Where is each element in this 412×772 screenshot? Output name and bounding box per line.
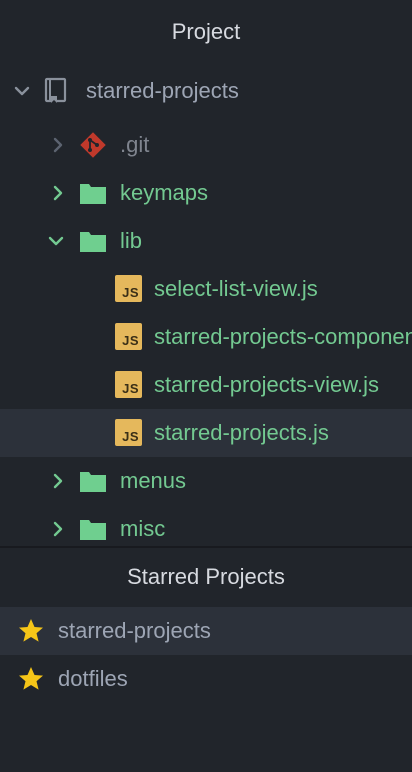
chevron-down-icon[interactable] [46,231,66,251]
tree-root-starred-projects[interactable]: starred-projects [0,67,412,115]
tree-item-lib[interactable]: lib [0,217,412,265]
starred-item-label: starred-projects [58,618,211,643]
starred-projects-panel: Starred Projects starred-projects dotfil… [0,548,412,772]
js-file-icon: JS [115,419,142,446]
tree-item-label: lib [120,228,143,253]
starred-panel-title: Starred Projects [127,564,285,589]
star-icon [19,619,43,642]
star-icon [19,667,43,690]
tree-item-label: misc [120,516,166,541]
chevron-right-icon[interactable] [48,471,68,491]
tree-item-select-list-view-js[interactable]: JS select-list-view.js [0,265,412,313]
starred-item-dotfiles[interactable]: dotfiles [0,655,412,703]
chevron-right-icon[interactable] [48,183,68,203]
js-file-icon: JS [115,371,142,398]
project-panel-title: Project [171,19,241,44]
project-tree-panel: Project starred-projects .git keymaps li… [0,0,412,546]
tree-item-label: starred-projects [86,78,239,103]
tree-item-label: menus [120,468,187,493]
tree-item-label: select-list-view.js [154,276,318,301]
tree-item-starred-projects-js[interactable]: JS starred-projects.js [0,409,412,457]
tree-item-label: starred-projects.js [154,420,329,445]
tree-item-starred-projects-view-js[interactable]: JS starred-projects-view.js [0,361,412,409]
tree-item-misc[interactable]: misc [0,505,412,546]
sidebar: Project starred-projects .git keymaps li… [0,0,412,772]
starred-item-label: dotfiles [58,666,128,691]
tree-item-label: .git [120,132,150,157]
js-file-icon: JS [115,275,142,302]
folder-icon [80,184,106,204]
js-file-icon: JS [115,323,142,350]
tree-item-label: starred-projects-view.js [154,372,379,397]
tree-item-label: starred-projects-component.js [154,324,412,349]
folder-icon [80,520,106,540]
tree-item-git[interactable]: .git [0,121,412,169]
starred-item-starred-projects[interactable]: starred-projects [0,607,412,655]
repo-icon [44,77,67,103]
folder-icon [80,472,106,492]
chevron-right-icon[interactable] [48,519,68,539]
tree-item-starred-projects-component-js[interactable]: JS starred-projects-component.js [0,313,412,361]
chevron-right-icon[interactable] [48,135,68,155]
tree-item-menus[interactable]: menus [0,457,412,505]
git-icon [80,132,106,158]
chevron-down-icon[interactable] [12,81,32,101]
tree-item-label: keymaps [120,180,209,205]
folder-open-icon [80,232,106,252]
tree-item-keymaps[interactable]: keymaps [0,169,412,217]
